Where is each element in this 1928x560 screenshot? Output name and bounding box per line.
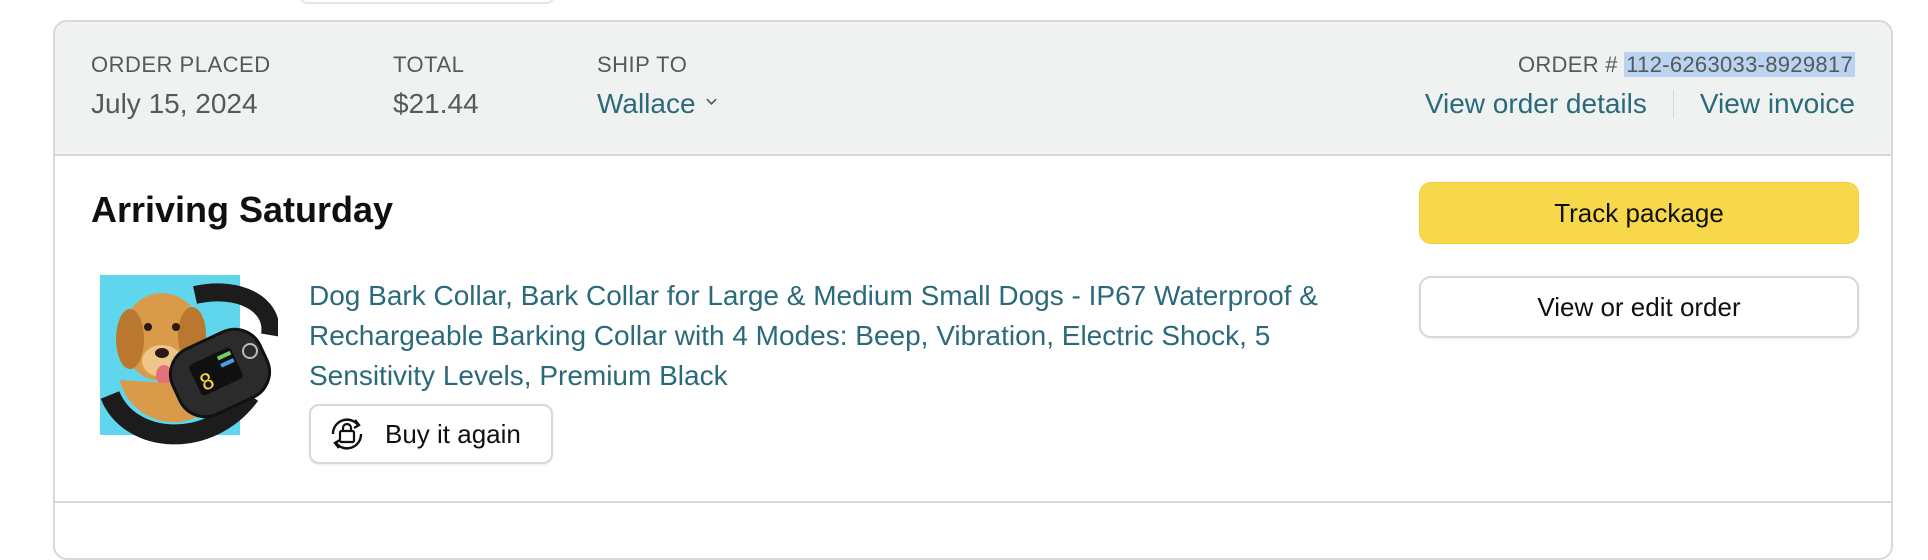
buy-again-icon [331, 418, 363, 450]
order-number: ORDER # 112-6263033-8929817 [1425, 52, 1855, 78]
total-column: TOTAL $21.44 [393, 52, 479, 124]
order-number-block: ORDER # 112-6263033-8929817 View order d… [1425, 52, 1855, 124]
ship-to-name: Wallace [597, 88, 696, 119]
ship-to-column: SHIP TO Wallace [597, 52, 717, 124]
order-placed-label: ORDER PLACED [91, 52, 271, 77]
dog-bark-collar-product-image[interactable]: 8 [100, 275, 278, 453]
view-order-details-link[interactable]: View order details [1425, 84, 1647, 124]
buy-it-again-button[interactable]: Buy it again [309, 404, 553, 464]
card-section-divider [55, 501, 1891, 503]
shipment-status-heading: Arriving Saturday [91, 189, 394, 230]
chevron-down-icon [705, 98, 717, 105]
product-title-link[interactable]: Dog Bark Collar, Bark Collar for Large &… [309, 276, 1369, 396]
track-package-button[interactable]: Track package [1419, 182, 1859, 244]
link-divider [1672, 90, 1674, 118]
order-card: ORDER PLACED July 15, 2024 TOTAL $21.44 … [53, 20, 1893, 560]
ship-to-label: SHIP TO [597, 52, 688, 77]
order-placed-column: ORDER PLACED July 15, 2024 [91, 52, 271, 124]
order-number-value[interactable]: 112-6263033-8929817 [1624, 52, 1855, 77]
total-label: TOTAL [393, 52, 465, 77]
ship-to-dropdown[interactable]: Wallace [597, 84, 717, 124]
view-or-edit-order-button[interactable]: View or edit order [1419, 276, 1859, 338]
order-number-label: ORDER # [1517, 52, 1618, 77]
previous-card-edge [300, 0, 554, 4]
order-placed-date: July 15, 2024 [91, 88, 258, 119]
total-amount: $21.44 [393, 88, 479, 119]
view-invoice-link[interactable]: View invoice [1700, 84, 1855, 124]
order-header-links: View order details View invoice [1425, 84, 1855, 124]
buy-it-again-label: Buy it again [385, 418, 521, 449]
order-header: ORDER PLACED July 15, 2024 TOTAL $21.44 … [55, 22, 1891, 156]
